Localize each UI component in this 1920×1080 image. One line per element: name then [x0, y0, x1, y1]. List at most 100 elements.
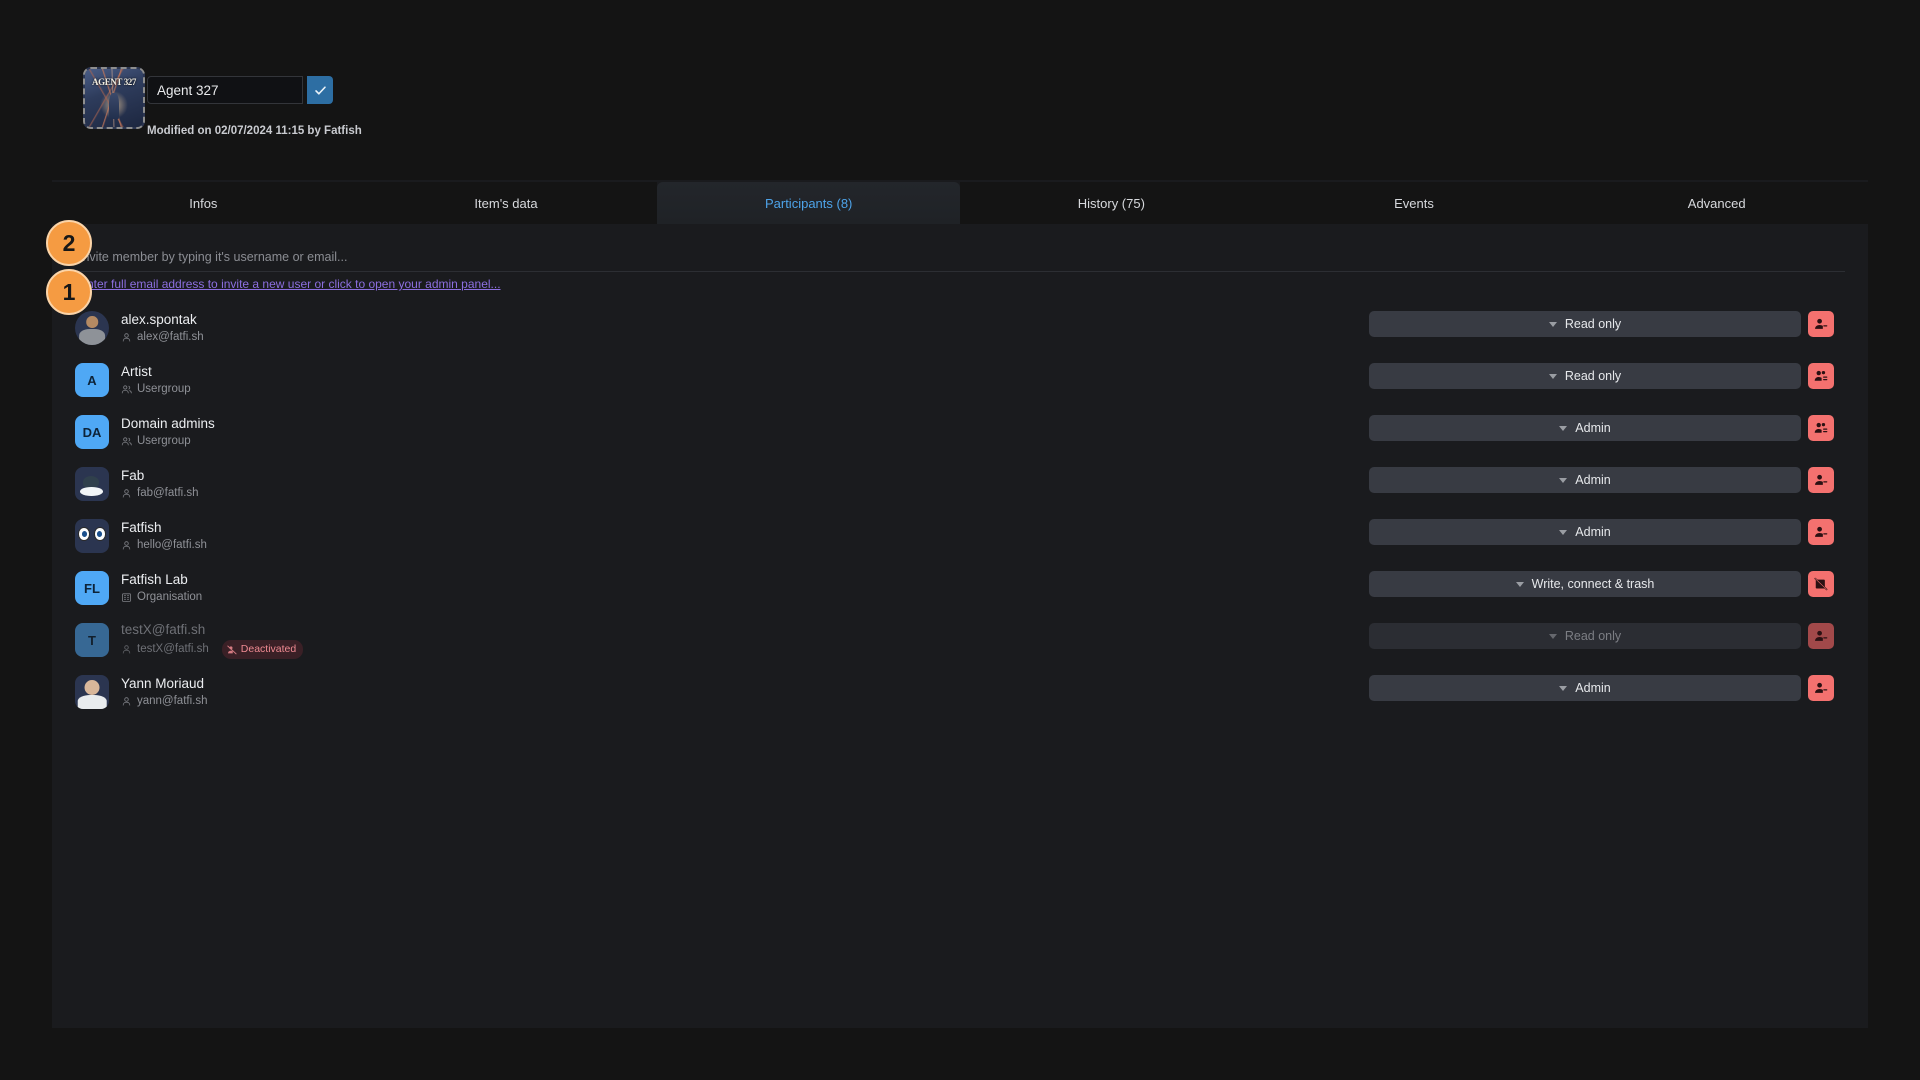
- person-remove-icon: [1814, 681, 1828, 695]
- participant-controls: Write, connect & trash: [1369, 571, 1834, 597]
- participant-identity: TtestX@fatfi.shtestX@fatfi.sh Deactivated: [75, 614, 303, 666]
- participant-identity: Yann Moriaudyann@fatfi.sh: [75, 666, 208, 718]
- group-icon: [121, 384, 132, 395]
- participant-subtitle: testX@fatfi.sh Deactivated: [121, 640, 303, 659]
- chevron-down-icon: [1516, 582, 1524, 587]
- permission-dropdown[interactable]: Admin: [1369, 675, 1801, 701]
- modified-info: Modified on 02/07/2024 11:15 by Fatfish: [147, 125, 362, 137]
- tab-participants-8[interactable]: Participants (8): [657, 182, 960, 224]
- person-icon: [121, 488, 132, 499]
- status-badge-label: Deactivated: [241, 642, 296, 657]
- participant-identity: alex.spontakalex@fatfi.sh: [75, 302, 204, 354]
- permission-dropdown[interactable]: Read only: [1369, 363, 1801, 389]
- participant-name: Fatfish Lab: [121, 571, 202, 588]
- permission-label: Read only: [1565, 369, 1621, 383]
- remove-participant-button[interactable]: [1808, 311, 1834, 337]
- participant-row: FL Fatfish Lab Organisation Write, connect …: [52, 562, 1868, 614]
- confirm-name-button[interactable]: [307, 76, 333, 104]
- remove-participant-button[interactable]: [1808, 415, 1834, 441]
- invite-admin-panel-link[interactable]: Enter full email address to invite a new…: [79, 277, 501, 291]
- avatar-initials: DA: [83, 425, 102, 440]
- participant-identity: Fab fab@fatfi.sh: [75, 458, 199, 510]
- group-remove-icon: [1814, 421, 1828, 435]
- participant-subtitle-text: testX@fatfi.sh: [137, 642, 209, 657]
- participant-subtitle-text: hello@fatfi.sh: [137, 538, 207, 553]
- chevron-down-icon: [1549, 374, 1557, 379]
- item-thumbnail[interactable]: AGENT 327: [83, 67, 145, 129]
- participant-name: Domain admins: [121, 415, 215, 432]
- remove-participant-button[interactable]: [1808, 675, 1834, 701]
- participant-meta: Domain admins Usergroup: [121, 415, 215, 449]
- participant-subtitle-text: fab@fatfi.sh: [137, 486, 199, 501]
- participant-meta: alex.spontakalex@fatfi.sh: [121, 311, 204, 345]
- remove-participant-button[interactable]: [1808, 363, 1834, 389]
- permission-dropdown[interactable]: Read only: [1369, 623, 1801, 649]
- permission-dropdown[interactable]: Read only: [1369, 311, 1801, 337]
- participant-controls: Read only: [1369, 311, 1834, 337]
- avatar: [75, 467, 109, 501]
- participant-name: Artist: [121, 363, 191, 380]
- thumbnail-figure: [109, 93, 119, 119]
- item-name-row: [147, 76, 333, 104]
- avatar: [75, 311, 109, 345]
- participant-controls: Admin: [1369, 675, 1834, 701]
- participant-row: DA Domain admins Usergroup Admin: [52, 406, 1868, 458]
- participant-controls: Admin: [1369, 415, 1834, 441]
- participant-subtitle: Organisation: [121, 590, 202, 605]
- step-badge-2: 2: [46, 220, 92, 266]
- participant-name: Fab: [121, 467, 199, 484]
- status-badge: Deactivated: [222, 640, 303, 659]
- thumbnail-title: AGENT 327: [85, 77, 143, 87]
- invite-search-input[interactable]: [75, 242, 1845, 272]
- participant-subtitle: Usergroup: [121, 382, 191, 397]
- group-icon: [121, 436, 132, 447]
- participant-subtitle-text: Organisation: [137, 590, 202, 605]
- deactivated-icon: [227, 645, 237, 655]
- tab-history-75[interactable]: History (75): [960, 182, 1263, 224]
- remove-participant-button[interactable]: [1808, 519, 1834, 545]
- participant-subtitle: fab@fatfi.sh: [121, 486, 199, 501]
- participant-identity: Fatfish hello@fatfi.sh: [75, 510, 207, 562]
- avatar: [75, 675, 109, 709]
- participant-meta: testX@fatfi.shtestX@fatfi.sh Deactivated: [121, 621, 303, 659]
- person-icon: [121, 644, 132, 655]
- invite-search-wrap: [75, 242, 1845, 272]
- permission-label: Read only: [1565, 629, 1621, 643]
- participant-row: alex.spontakalex@fatfi.sh Read only: [52, 302, 1868, 354]
- permission-dropdown[interactable]: Admin: [1369, 415, 1801, 441]
- participant-subtitle-text: yann@fatfi.sh: [137, 694, 208, 709]
- tab-events[interactable]: Events: [1263, 182, 1566, 224]
- participant-subtitle: Usergroup: [121, 434, 215, 449]
- permission-dropdown[interactable]: Write, connect & trash: [1369, 571, 1801, 597]
- tab-item-s-data[interactable]: Item's data: [355, 182, 658, 224]
- tab-advanced[interactable]: Advanced: [1565, 182, 1868, 224]
- person-icon: [121, 540, 132, 551]
- permission-label: Write, connect & trash: [1532, 577, 1655, 591]
- remove-participant-button[interactable]: [1808, 571, 1834, 597]
- participant-controls: Admin: [1369, 519, 1834, 545]
- participant-subtitle: hello@fatfi.sh: [121, 538, 207, 553]
- avatar-initials: A: [87, 373, 96, 388]
- permission-dropdown[interactable]: Admin: [1369, 519, 1801, 545]
- remove-participant-button[interactable]: [1808, 467, 1834, 493]
- tab-infos[interactable]: Infos: [52, 182, 355, 224]
- remove-participant-button[interactable]: [1808, 623, 1834, 649]
- participant-identity: FL Fatfish Lab Organisation: [75, 562, 202, 614]
- chevron-down-icon: [1559, 426, 1567, 431]
- person-remove-icon: [1814, 629, 1828, 643]
- participant-subtitle-text: Usergroup: [137, 434, 191, 449]
- participant-controls: Read only: [1369, 363, 1834, 389]
- person-remove-icon: [1814, 473, 1828, 487]
- participant-row: TtestX@fatfi.shtestX@fatfi.sh Deactivated…: [52, 614, 1868, 666]
- avatar-initials: T: [88, 633, 96, 648]
- participant-row: Fab fab@fatfi.sh Admin: [52, 458, 1868, 510]
- participant-row: Yann Moriaudyann@fatfi.sh Admin: [52, 666, 1868, 718]
- participant-meta: Fab fab@fatfi.sh: [121, 467, 199, 501]
- participant-meta: Yann Moriaudyann@fatfi.sh: [121, 675, 208, 709]
- avatar-initials: FL: [84, 581, 100, 596]
- permission-dropdown[interactable]: Admin: [1369, 467, 1801, 493]
- item-name-input[interactable]: [147, 76, 303, 104]
- participant-meta: Fatfish hello@fatfi.sh: [121, 519, 207, 553]
- building-remove-icon: [1814, 577, 1828, 591]
- participant-name: Fatfish: [121, 519, 207, 536]
